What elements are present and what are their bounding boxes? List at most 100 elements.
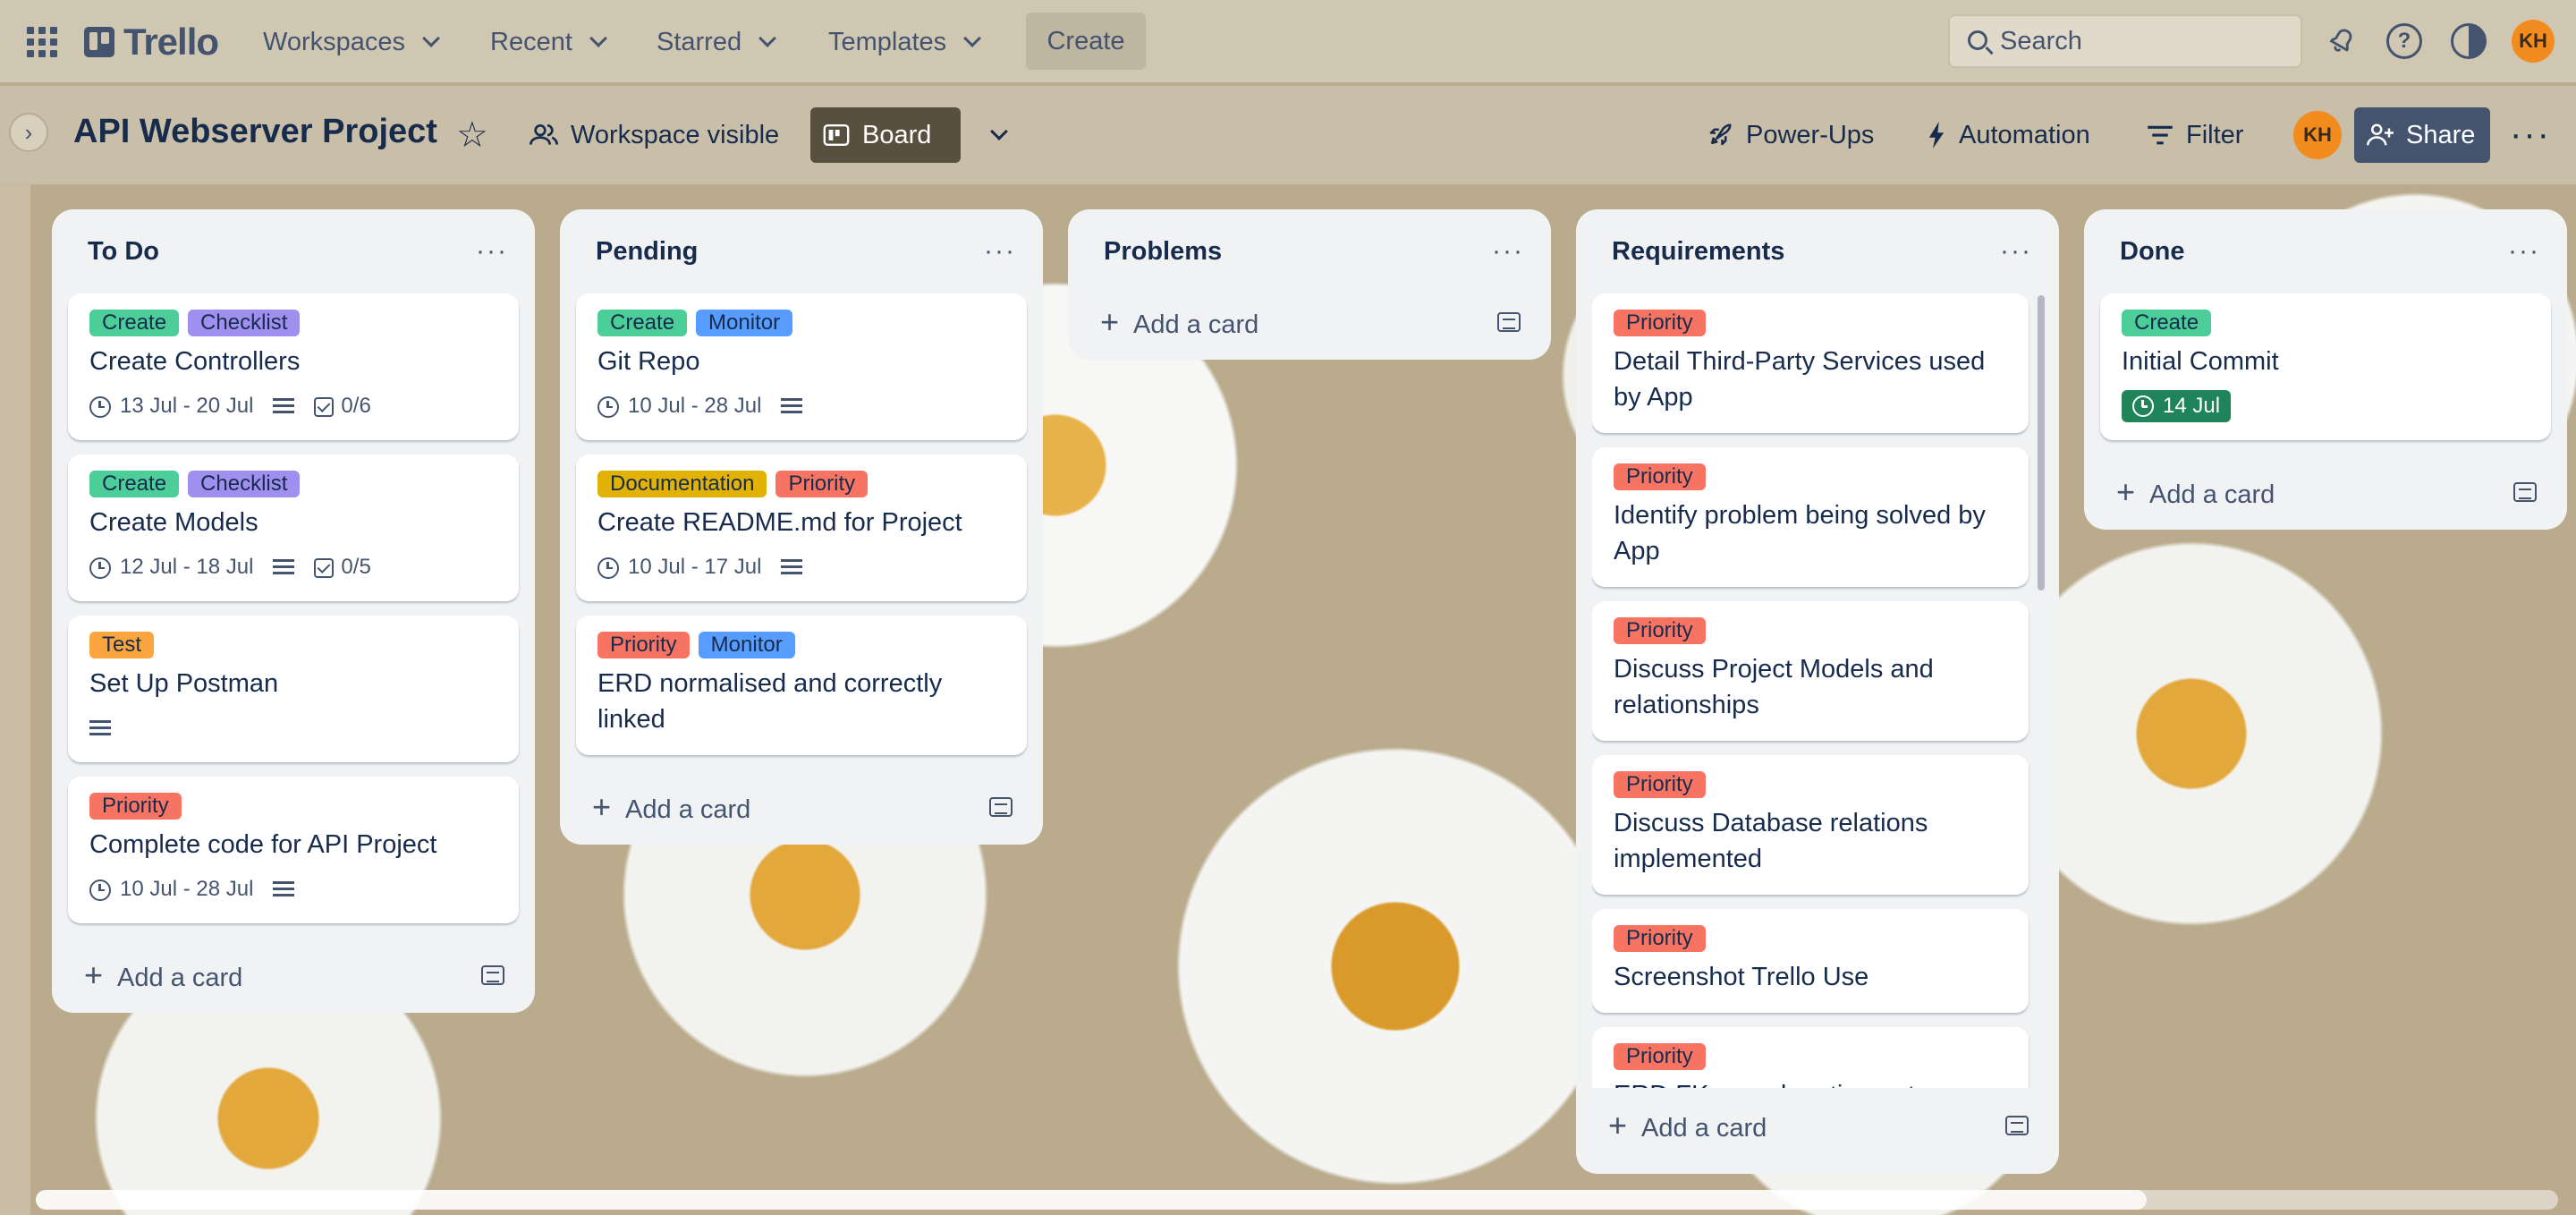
label-priority[interactable]: Priority (1614, 925, 1706, 952)
card-badges: 14 Jul (2122, 390, 2529, 422)
card[interactable]: Create Initial Commit 14 Jul (2100, 293, 2551, 440)
label-priority[interactable]: Priority (1614, 310, 1706, 336)
list-title[interactable]: Pending (596, 237, 698, 267)
share-button[interactable]: Share (2354, 107, 2490, 163)
notifications-bell-icon[interactable] (2324, 23, 2360, 59)
label-checklist[interactable]: Checklist (188, 471, 301, 497)
list-title[interactable]: To Do (88, 237, 159, 267)
list-menu-icon[interactable]: ··· (1492, 236, 1524, 267)
card-template-icon[interactable] (2513, 482, 2537, 502)
label-priority[interactable]: Priority (597, 632, 690, 658)
label-priority[interactable]: Priority (1614, 617, 1706, 644)
card[interactable]: Priority ERD FKs need sorting out (1592, 1027, 2029, 1088)
starred-menu[interactable]: Starred (644, 16, 786, 68)
card[interactable]: Priority Screenshot Trello Use (1592, 909, 2029, 1013)
label-priority[interactable]: Priority (775, 471, 869, 497)
list-title[interactable]: Requirements (1612, 237, 1784, 267)
list-cards-scroll[interactable]: Priority Detail Third-Party Services use… (1592, 293, 2043, 1088)
label-create[interactable]: Create (597, 310, 688, 336)
powerups-button[interactable]: Power-Ups (1694, 107, 1886, 163)
star-board-icon[interactable]: ☆ (456, 115, 488, 156)
card-title: ERD FKs need sorting out (1614, 1077, 2007, 1088)
board-scroll-thumb[interactable] (36, 1190, 2147, 1210)
card[interactable]: Priority Discuss Project Models and rela… (1592, 601, 2029, 741)
card-title: Git Repo (597, 347, 700, 376)
label-priority[interactable]: Priority (1614, 463, 1706, 490)
card[interactable]: Priority Identify problem being solved b… (1592, 447, 2029, 587)
list-done: Done ··· Create Initial Commit 14 Jul + A… (2084, 209, 2567, 530)
help-icon[interactable]: ? (2386, 23, 2422, 59)
view-switcher-chevron[interactable] (971, 107, 1018, 163)
board-view-button[interactable]: Board (810, 107, 961, 163)
card[interactable]: Test Set Up Postman (68, 616, 519, 762)
add-card-label: Add a card (625, 795, 751, 824)
search-input[interactable]: Search (1948, 14, 2302, 68)
card-badges: 12 Jul - 18 Jul 0/5 (89, 551, 497, 583)
board-member-avatar[interactable]: KH (2293, 111, 2342, 159)
expand-sidebar-chevron-icon[interactable]: › (9, 113, 48, 152)
card-title: Identify problem being solved by App (1614, 501, 1986, 565)
add-card-button[interactable]: + Add a card (1592, 1088, 2043, 1163)
label-checklist[interactable]: Checklist (188, 310, 301, 336)
label-priority[interactable]: Priority (1614, 771, 1706, 798)
card-template-icon[interactable] (989, 797, 1013, 817)
card-template-icon[interactable] (1497, 312, 1521, 332)
user-avatar[interactable]: KH (2512, 20, 2555, 63)
create-button[interactable]: Create (1026, 13, 1146, 70)
automation-button[interactable]: Automation (1914, 107, 2103, 163)
dates-badge[interactable]: 10 Jul - 28 Jul (89, 877, 253, 902)
dates-badge[interactable]: 12 Jul - 18 Jul (89, 555, 253, 580)
dates-text: 12 Jul - 18 Jul (120, 555, 254, 579)
label-create[interactable]: Create (89, 471, 180, 497)
card-template-icon[interactable] (2005, 1116, 2029, 1135)
theme-toggle-icon[interactable] (2451, 23, 2487, 59)
label-create[interactable]: Create (89, 310, 180, 336)
add-card-button[interactable]: + Add a card (68, 938, 519, 1013)
list-menu-icon[interactable]: ··· (984, 236, 1016, 267)
dates-badge[interactable]: 10 Jul - 28 Jul (597, 394, 761, 419)
chevron-down-icon (758, 30, 777, 47)
plus-icon: + (2116, 473, 2136, 510)
label-monitor[interactable]: Monitor (696, 310, 793, 336)
list-scrollbar[interactable] (2038, 295, 2045, 591)
dates-badge[interactable]: 13 Jul - 20 Jul (89, 394, 253, 419)
visibility-button[interactable]: Workspace visible (517, 107, 792, 163)
card-template-icon[interactable] (481, 965, 504, 985)
add-card-label: Add a card (1133, 310, 1259, 339)
rocket-icon (1709, 123, 1732, 146)
recent-menu[interactable]: Recent (478, 16, 617, 68)
board-title[interactable]: API Webserver Project (73, 113, 437, 151)
trello-logo[interactable]: Trello (84, 21, 219, 63)
list-menu-icon[interactable]: ··· (476, 236, 508, 267)
card[interactable]: Priority Complete code for API Project 1… (68, 777, 519, 923)
workspaces-menu[interactable]: Workspaces (250, 16, 450, 68)
label-monitor[interactable]: Monitor (698, 632, 795, 658)
card[interactable]: Priority Discuss Database relations impl… (1592, 755, 2029, 895)
card[interactable]: Priority Detail Third-Party Services use… (1592, 293, 2029, 433)
label-create[interactable]: Create (2122, 310, 2212, 336)
add-card-button[interactable]: + Add a card (1084, 285, 1535, 360)
card-badges: 10 Jul - 28 Jul (597, 390, 1005, 422)
card[interactable]: Create Monitor Git Repo 10 Jul - 28 Jul (576, 293, 1027, 440)
due-date-complete-badge[interactable]: 14 Jul (2122, 390, 2232, 422)
label-documentation[interactable]: Documentation (597, 471, 767, 497)
label-priority[interactable]: Priority (1614, 1043, 1706, 1070)
card[interactable]: Priority Monitor ERD normalised and corre… (576, 616, 1027, 755)
add-card-button[interactable]: + Add a card (2100, 455, 2551, 530)
card[interactable]: Create Checklist Create Models 12 Jul - 1… (68, 455, 519, 601)
list-title[interactable]: Done (2120, 237, 2185, 267)
card[interactable]: Create Checklist Create Controllers 13 Ju… (68, 293, 519, 440)
label-test[interactable]: Test (89, 632, 155, 658)
templates-menu[interactable]: Templates (816, 16, 991, 68)
label-priority[interactable]: Priority (89, 793, 182, 820)
list-title[interactable]: Problems (1104, 237, 1222, 267)
app-switcher-icon[interactable] (27, 27, 57, 57)
list-menu-icon[interactable]: ··· (2000, 236, 2032, 267)
filter-button[interactable]: Filter (2134, 107, 2256, 163)
board-menu-icon[interactable]: ··· (2510, 115, 2551, 155)
list-menu-icon[interactable]: ··· (2508, 236, 2540, 267)
card[interactable]: Documentation Priority Create README.md f… (576, 455, 1027, 601)
clock-icon (89, 557, 111, 579)
dates-badge[interactable]: 10 Jul - 17 Jul (597, 555, 761, 580)
add-card-button[interactable]: + Add a card (576, 769, 1027, 845)
